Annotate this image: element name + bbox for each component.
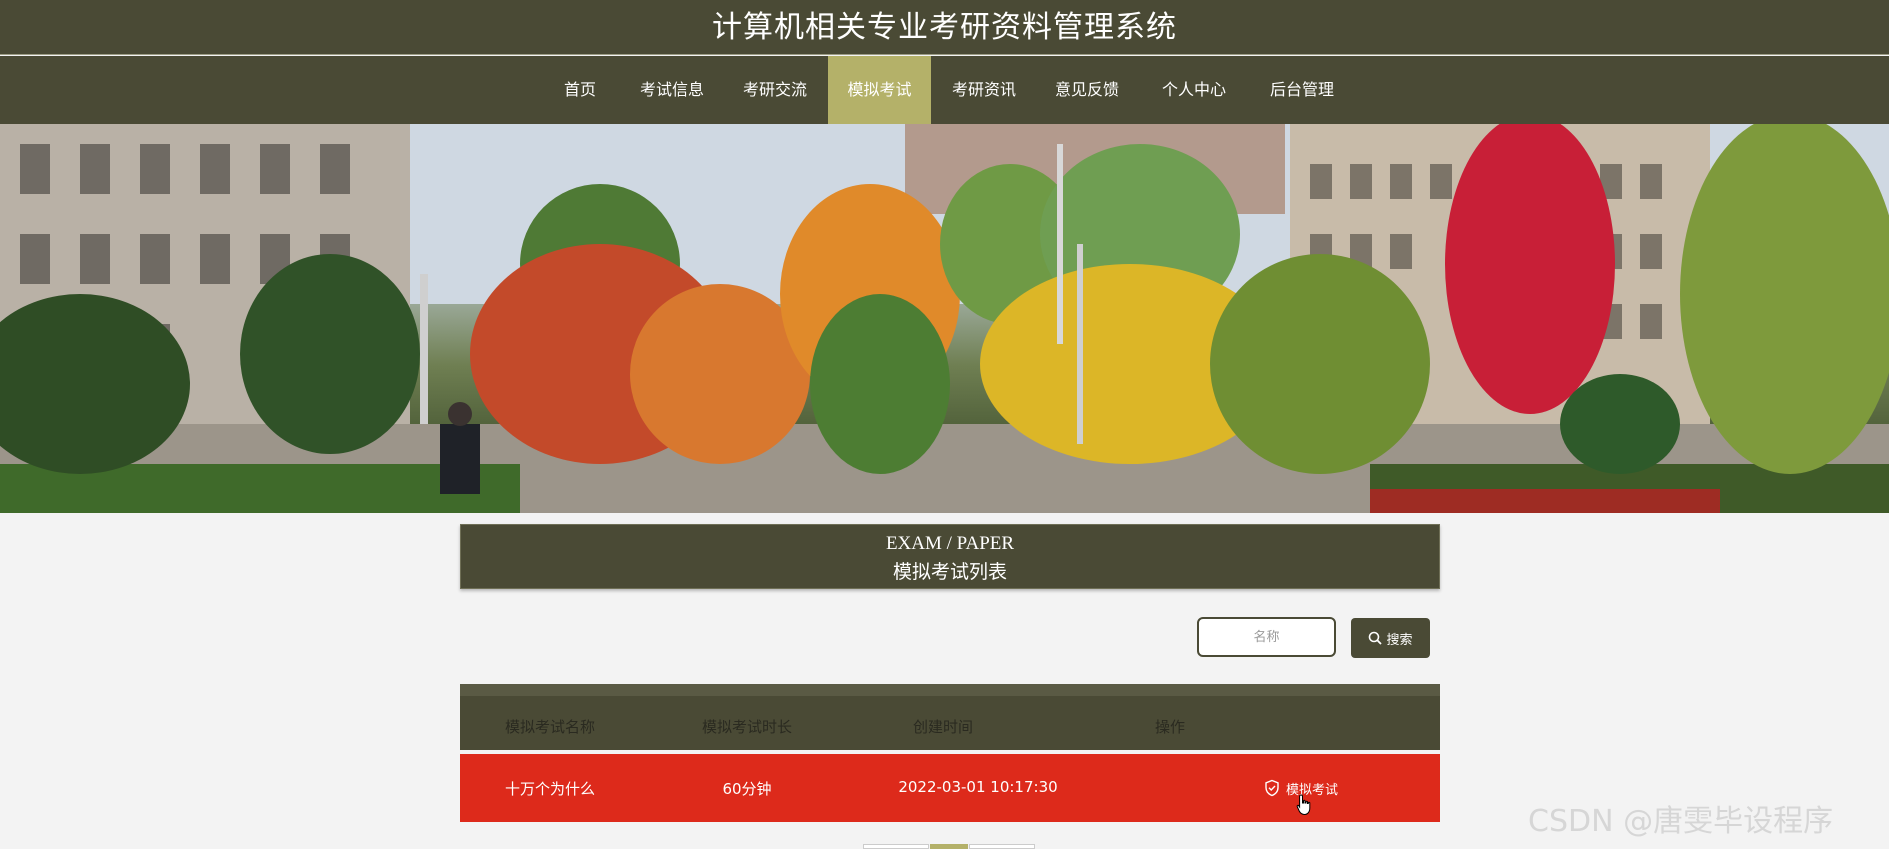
nav-item-exchange[interactable]: 考研交流 — [734, 56, 816, 124]
cell-created-time: 2022-03-01 10:17:30 — [898, 778, 1058, 796]
watermark-text: CSDN @唐雯毕设程序 — [1528, 804, 1834, 839]
nav-item-feedback[interactable]: 意见反馈 — [1046, 56, 1128, 124]
nav-item-home[interactable]: 首页 — [553, 56, 607, 124]
section-title-en: EXAM / PAPER — [885, 533, 1015, 554]
search-input[interactable] — [1197, 617, 1336, 657]
search-button[interactable]: 搜索 — [1351, 618, 1430, 658]
site-title: 计算机相关专业考研资料管理系统 — [712, 10, 1177, 45]
column-header-name: 模拟考试名称 — [504, 718, 595, 736]
column-header-duration: 模拟考试时长 — [701, 718, 792, 736]
start-mock-exam-button[interactable]: 模拟考试 — [1263, 775, 1365, 801]
table-header: 模拟考试名称 模拟考试时长 创建时间 操作 — [460, 684, 1440, 750]
section-heading: EXAM / PAPER 模拟考试列表 — [460, 524, 1440, 589]
campus-illustration — [0, 124, 1889, 513]
search-icon — [1369, 631, 1383, 645]
banner-image — [0, 124, 1889, 513]
shield-check-icon — [1265, 779, 1279, 797]
nav-item-exam-info[interactable]: 考试信息 — [631, 56, 713, 124]
column-header-actions: 操作 — [1154, 718, 1185, 736]
search-button-label: 搜索 — [1386, 632, 1413, 648]
pagination-current-page[interactable] — [930, 844, 968, 849]
pagination-next[interactable] — [969, 844, 1035, 849]
nav-item-news[interactable]: 考研资讯 — [943, 56, 1025, 124]
site-header: 计算机相关专业考研资料管理系统 — [0, 0, 1889, 55]
mouse-cursor-icon — [1296, 794, 1311, 816]
main-nav: 首页 考试信息 考研交流 模拟考试 考研资讯 意见反馈 个人中心 后台管理 — [0, 56, 1889, 124]
nav-item-mock-exam[interactable]: 模拟考试 — [828, 56, 931, 124]
nav-item-personal-center[interactable]: 个人中心 — [1153, 56, 1235, 124]
action-label: 模拟考试 — [1286, 782, 1339, 798]
section-title-cn: 模拟考试列表 — [892, 561, 1007, 583]
cell-exam-duration: 60分钟 — [722, 780, 772, 798]
column-header-created: 创建时间 — [912, 718, 973, 736]
pagination-prev[interactable] — [863, 844, 929, 849]
cell-exam-name: 十万个为什么 — [504, 780, 595, 798]
nav-item-admin[interactable]: 后台管理 — [1261, 56, 1343, 124]
